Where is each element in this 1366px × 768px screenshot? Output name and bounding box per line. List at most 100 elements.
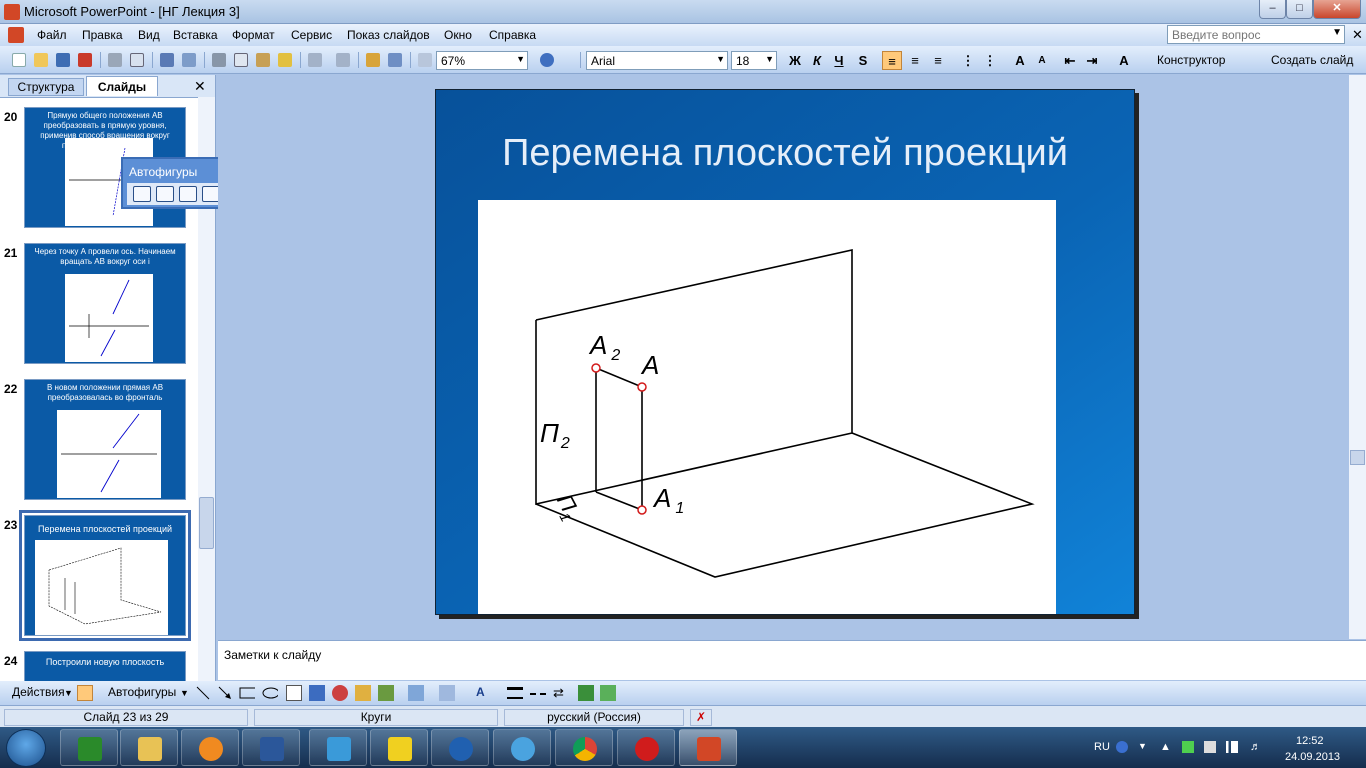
align-center-button[interactable]: ≡ <box>905 51 925 70</box>
font-select[interactable]: Arial ▼ <box>586 51 728 70</box>
redo-icon[interactable] <box>334 51 352 69</box>
edge-app-icon[interactable] <box>309 729 367 766</box>
document-icon[interactable] <box>8 27 24 43</box>
connectors-icon[interactable] <box>156 186 174 202</box>
media-player-icon[interactable] <box>181 729 239 766</box>
slide-thumbnail[interactable]: В новом положении прямая АВ преобразовал… <box>24 379 186 500</box>
spelling-status-icon[interactable]: ✗ <box>690 709 712 726</box>
copy-icon[interactable] <box>232 51 250 69</box>
menu-help[interactable]: Справка <box>489 28 536 42</box>
clipart-icon[interactable] <box>355 685 371 701</box>
line-icon[interactable] <box>195 685 211 701</box>
menu-slideshow[interactable]: Показ слайдов <box>347 28 430 42</box>
menu-window[interactable]: Окно <box>444 28 472 42</box>
zoom-select[interactable]: 67% ▼ <box>436 51 528 70</box>
chart-icon[interactable] <box>364 51 382 69</box>
kde-icon[interactable] <box>493 729 551 766</box>
menu-edit[interactable]: Правка <box>82 28 123 42</box>
task-manager-icon[interactable] <box>60 729 118 766</box>
line-style-icon[interactable] <box>507 687 523 699</box>
tab-slides[interactable]: Слайды <box>86 76 158 96</box>
slide-thumbnail[interactable]: Через точку А провели ось. Начинаем вращ… <box>24 243 186 364</box>
actions-menu[interactable]: Действия <box>12 685 65 699</box>
fill-color-icon[interactable] <box>408 685 424 701</box>
explorer-icon[interactable] <box>120 729 178 766</box>
font-color-icon[interactable]: A <box>1114 51 1134 70</box>
print-preview-icon[interactable] <box>128 51 146 69</box>
menu-file[interactable]: Файл <box>37 28 67 42</box>
scrollbar-thumb[interactable] <box>1350 450 1365 465</box>
spelling-icon[interactable] <box>158 51 176 69</box>
rectangle-icon[interactable] <box>239 685 255 701</box>
arrow-style-icon[interactable]: ⇄ <box>553 685 569 701</box>
numbering-icon[interactable]: ⋮ <box>958 51 978 70</box>
close-button[interactable]: ✕ <box>1313 0 1361 19</box>
device-icon[interactable] <box>1204 741 1216 753</box>
chevron-down-icon[interactable]: ▼ <box>1138 741 1150 753</box>
shadow-button[interactable]: S <box>853 51 873 70</box>
slide-thumbnail[interactable]: Построили новую плоскость <box>24 651 186 681</box>
slide-title[interactable]: Перемена плоскостей проекций <box>436 132 1134 175</box>
clock-date[interactable]: 24.09.2013 <box>1285 751 1340 763</box>
word-icon[interactable] <box>242 729 300 766</box>
arrow-icon[interactable] <box>217 685 233 701</box>
status-design[interactable]: Круги <box>254 709 498 726</box>
print-icon[interactable] <box>106 51 124 69</box>
new-icon[interactable] <box>10 51 28 69</box>
show-hidden-icon[interactable]: ▲ <box>1160 741 1172 753</box>
oval-icon[interactable] <box>262 685 278 701</box>
line-color-icon[interactable] <box>439 685 455 701</box>
help-icon[interactable] <box>1116 741 1128 753</box>
chevron-down-icon[interactable]: ▼ <box>64 688 73 698</box>
dash-style-icon[interactable] <box>530 693 546 697</box>
decrease-indent-icon[interactable]: ⇤ <box>1060 51 1080 70</box>
slide-thumbnail-selected[interactable]: Перемена плоскостей проекций <box>19 510 191 641</box>
align-right-button[interactable]: ≡ <box>928 51 948 70</box>
chevron-down-icon[interactable]: ▼ <box>180 688 189 698</box>
paste-icon[interactable] <box>254 51 272 69</box>
projection-drawing[interactable]: A2 A П2 П1 A1 <box>478 200 1056 614</box>
increase-indent-icon[interactable]: ⇥ <box>1082 51 1102 70</box>
scrollbar-thumb[interactable] <box>199 497 214 549</box>
picture-icon[interactable] <box>378 685 394 701</box>
menu-insert[interactable]: Вставка <box>173 28 218 42</box>
new-slide-button[interactable]: Создать слайд <box>1271 53 1353 67</box>
select-pointer-icon[interactable] <box>77 685 93 701</box>
3d-style-icon[interactable] <box>600 685 616 701</box>
table-icon[interactable] <box>386 51 404 69</box>
font-color-icon[interactable]: A <box>476 685 492 701</box>
powerpoint-icon[interactable] <box>679 729 737 766</box>
designer-button[interactable]: Конструктор <box>1157 53 1225 67</box>
bold-button[interactable]: Ж <box>785 51 805 70</box>
batman-icon[interactable] <box>370 729 428 766</box>
bullets-icon[interactable]: ⋮ <box>980 51 1000 70</box>
save-icon[interactable] <box>54 51 72 69</box>
pdf-icon[interactable] <box>76 51 94 69</box>
cut-icon[interactable] <box>210 51 228 69</box>
start-button[interactable] <box>6 729 46 767</box>
open-icon[interactable] <box>32 51 50 69</box>
help-search-input[interactable] <box>1168 26 1328 43</box>
close-icon[interactable]: ✕ <box>194 78 206 95</box>
format-painter-icon[interactable] <box>276 51 294 69</box>
document-close-button[interactable]: ✕ <box>1352 27 1363 43</box>
autoshapes-menu[interactable]: Автофигуры <box>108 685 176 699</box>
chrome-icon[interactable] <box>555 729 613 766</box>
menu-tools[interactable]: Сервис <box>291 28 332 42</box>
volume-icon[interactable]: ♬ <box>1250 741 1262 753</box>
maximize-button[interactable]: □ <box>1286 0 1313 19</box>
align-left-button[interactable]: ≡ <box>882 51 902 70</box>
help-search[interactable]: ▼ <box>1167 25 1345 44</box>
underline-button[interactable]: Ч <box>829 51 849 70</box>
minimize-button[interactable]: – <box>1259 0 1286 19</box>
research-icon[interactable] <box>180 51 198 69</box>
help-icon[interactable] <box>538 51 556 69</box>
current-slide[interactable]: Перемена плоскостей проекций A2 A П 2 П1… <box>435 89 1135 615</box>
italic-button[interactable]: К <box>807 51 827 70</box>
notes-placeholder[interactable]: Заметки к слайду <box>224 648 321 662</box>
battery-icon[interactable] <box>1182 741 1194 753</box>
diagram-icon[interactable] <box>332 685 348 701</box>
basic-shapes-icon[interactable] <box>179 186 197 202</box>
clock-time[interactable]: 12:52 <box>1296 735 1324 747</box>
grid-icon[interactable] <box>416 51 434 69</box>
